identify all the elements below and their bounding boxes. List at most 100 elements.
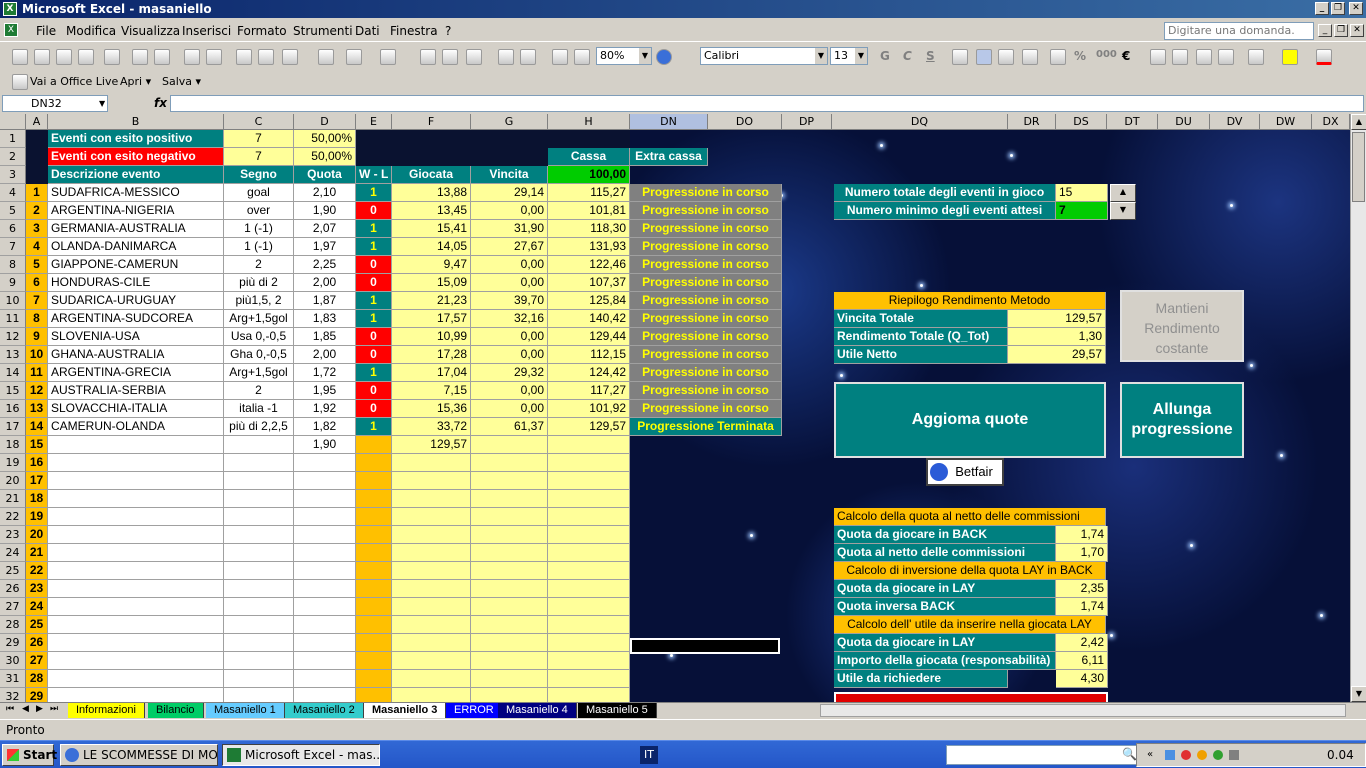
event-desc[interactable]: [48, 598, 224, 616]
row-header-17[interactable]: 17: [0, 418, 26, 436]
name-box[interactable]: DN32 ▼: [2, 95, 108, 112]
row-header-11[interactable]: 11: [0, 310, 26, 328]
borders-icon[interactable]: [1248, 49, 1264, 65]
undo-icon[interactable]: [346, 49, 362, 65]
event-cassa[interactable]: 129,57: [548, 418, 630, 436]
calc3-header[interactable]: Calcolo dell' utile da inserire nella gi…: [834, 616, 1106, 634]
office-live-button[interactable]: Vai a Office Live: [30, 75, 118, 88]
col-header-dw[interactable]: DW: [1260, 114, 1312, 130]
sheet-tab-bilancio[interactable]: Bilancio: [148, 703, 204, 718]
event-number[interactable]: 21: [26, 544, 48, 562]
event-cassa[interactable]: 124,42: [548, 364, 630, 382]
align-left-icon[interactable]: [952, 49, 968, 65]
event-vincita[interactable]: 61,37: [471, 418, 548, 436]
lay-quota-value[interactable]: 2,35: [1056, 580, 1108, 598]
event-status[interactable]: Progressione in corso: [630, 184, 782, 202]
increase-decimal-icon[interactable]: [1150, 49, 1166, 65]
utile-richiedere-label[interactable]: Utile da richiedere: [834, 670, 1008, 688]
event-giocata[interactable]: 17,04: [392, 364, 471, 382]
sheet-tab-masaniello-3[interactable]: Masaniello 3: [364, 703, 447, 718]
paste-icon[interactable]: [282, 49, 298, 65]
event-number[interactable]: 18: [26, 490, 48, 508]
event-number[interactable]: 22: [26, 562, 48, 580]
currency-icon[interactable]: [1050, 49, 1066, 65]
event-quota[interactable]: 1,72: [294, 364, 356, 382]
row-header-31[interactable]: 31: [0, 670, 26, 688]
row-header-29[interactable]: 29: [0, 634, 26, 652]
event-quota[interactable]: 2,07: [294, 220, 356, 238]
print-preview-icon[interactable]: [154, 49, 170, 65]
event-desc[interactable]: [48, 580, 224, 598]
row-header-19[interactable]: 19: [0, 454, 26, 472]
chevron-down-icon[interactable]: ▼: [99, 96, 105, 111]
event-desc[interactable]: AUSTRALIA-SERBIA: [48, 382, 224, 400]
event-cassa[interactable]: 122,46: [548, 256, 630, 274]
row-header-32[interactable]: 32: [0, 688, 26, 702]
task-excel[interactable]: Microsoft Excel - mas...: [222, 744, 380, 766]
event-vincita[interactable]: [471, 472, 548, 490]
netto-quota-label[interactable]: Quota al netto delle commissioni: [834, 544, 1056, 562]
col-header-dx[interactable]: DX: [1312, 114, 1350, 130]
row-header-1[interactable]: 1: [0, 130, 26, 148]
row-header-28[interactable]: 28: [0, 616, 26, 634]
event-vincita[interactable]: [471, 508, 548, 526]
event-quota[interactable]: 2,00: [294, 346, 356, 364]
col-header-dn[interactable]: DN: [630, 114, 708, 130]
cassa-header[interactable]: Cassa: [548, 148, 630, 166]
selected-cell-outline[interactable]: [630, 638, 780, 654]
vertical-scrollbar[interactable]: ▲ ▼: [1350, 114, 1366, 702]
select-all-corner[interactable]: [0, 114, 26, 130]
row-header-2[interactable]: 2: [0, 148, 26, 166]
event-number[interactable]: 29: [26, 688, 48, 702]
event-desc[interactable]: [48, 436, 224, 454]
percent-button[interactable]: %: [1074, 49, 1086, 63]
event-cassa[interactable]: [548, 490, 630, 508]
event-vincita[interactable]: 32,16: [471, 310, 548, 328]
align-right-icon[interactable]: [998, 49, 1014, 65]
event-number[interactable]: 17: [26, 472, 48, 490]
event-desc[interactable]: ARGENTINA-GRECIA: [48, 364, 224, 382]
row-header-12[interactable]: 12: [0, 328, 26, 346]
sheet-tab-masaniello-4[interactable]: Masaniello 4: [498, 703, 577, 718]
row-header-21[interactable]: 21: [0, 490, 26, 508]
calc2-header[interactable]: Calcolo di inversione della quota LAY in…: [834, 562, 1106, 580]
align-center-icon[interactable]: [976, 49, 992, 65]
event-wl[interactable]: [356, 436, 392, 454]
event-desc[interactable]: [48, 508, 224, 526]
sheet-tab-error[interactable]: ERROR: [446, 703, 503, 718]
event-desc[interactable]: [48, 562, 224, 580]
event-giocata[interactable]: 15,09: [392, 274, 471, 292]
function-icon[interactable]: fx: [154, 96, 167, 110]
event-wl[interactable]: [356, 472, 392, 490]
network-icon[interactable]: [1165, 750, 1175, 760]
event-quota[interactable]: 2,10: [294, 184, 356, 202]
event-quota[interactable]: [294, 670, 356, 688]
event-quota[interactable]: [294, 490, 356, 508]
event-segno[interactable]: [224, 472, 294, 490]
event-number[interactable]: 2: [26, 202, 48, 220]
extra-cassa-header[interactable]: Extra cassa: [630, 148, 708, 166]
event-vincita[interactable]: [471, 580, 548, 598]
increment-icon[interactable]: ▲: [1110, 184, 1136, 202]
event-wl[interactable]: 1: [356, 220, 392, 238]
event-cassa[interactable]: [548, 580, 630, 598]
event-wl[interactable]: [356, 508, 392, 526]
event-quota[interactable]: [294, 634, 356, 652]
event-vincita[interactable]: 29,14: [471, 184, 548, 202]
col-header-h[interactable]: H: [548, 114, 630, 130]
event-cassa[interactable]: 118,30: [548, 220, 630, 238]
event-quota[interactable]: 2,00: [294, 274, 356, 292]
event-giocata[interactable]: 129,57: [392, 436, 471, 454]
sort-desc-icon[interactable]: [520, 49, 536, 65]
event-quota[interactable]: [294, 544, 356, 562]
event-number[interactable]: 8: [26, 310, 48, 328]
col-header-dr[interactable]: DR: [1008, 114, 1056, 130]
col-header-d[interactable]: D: [294, 114, 356, 130]
event-desc[interactable]: SUDARICA-URUGUAY: [48, 292, 224, 310]
row-header-3[interactable]: 3: [0, 166, 26, 184]
event-segno[interactable]: [224, 580, 294, 598]
event-segno[interactable]: goal: [224, 184, 294, 202]
lay2-quota-value[interactable]: 2,42: [1056, 634, 1108, 652]
event-number[interactable]: 1: [26, 184, 48, 202]
col-wl-header[interactable]: W - L: [356, 166, 392, 184]
